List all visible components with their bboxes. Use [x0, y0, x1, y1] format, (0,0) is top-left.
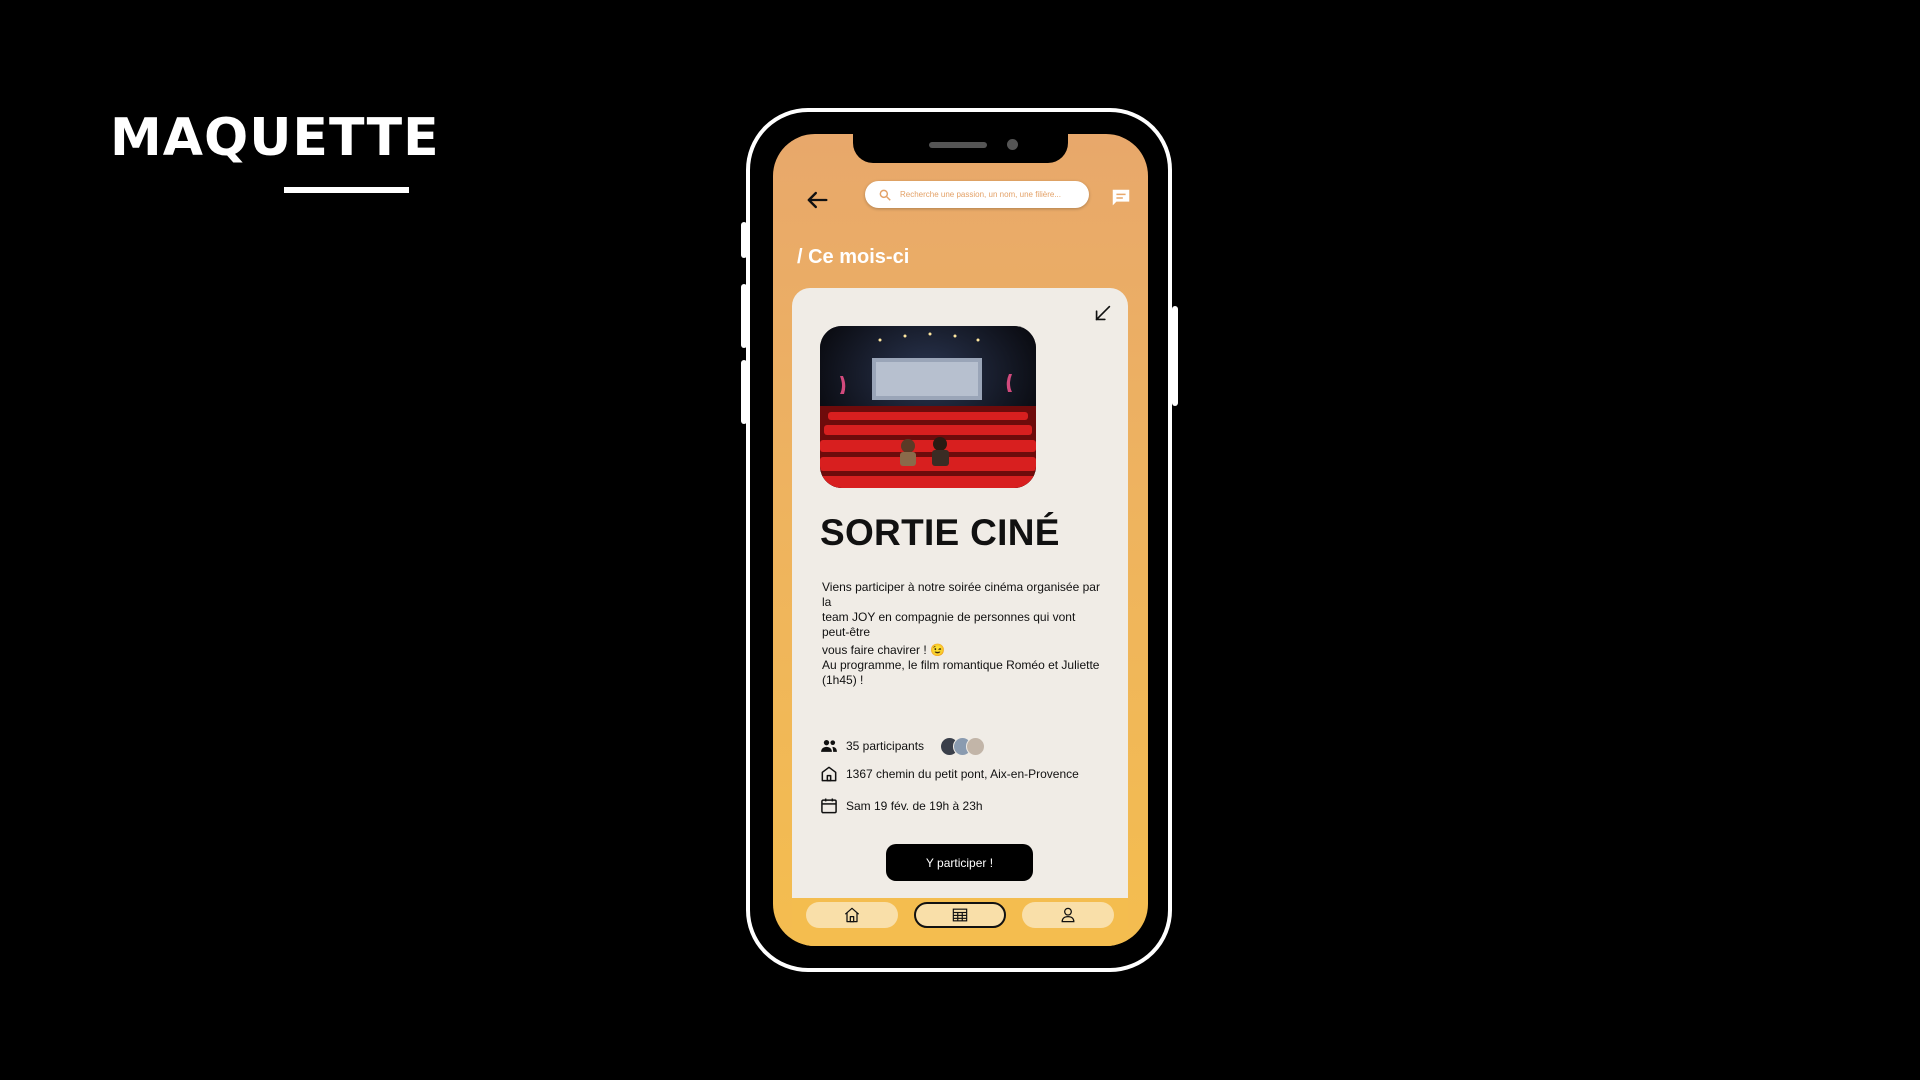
participate-button[interactable]: Y participer !	[886, 844, 1033, 881]
description-line: Viens participer à notre soirée cinéma o…	[822, 580, 1100, 609]
calendar-icon	[821, 798, 837, 814]
camera	[1007, 139, 1018, 150]
participants-count: 35 participants	[846, 739, 925, 753]
bottom-nav	[792, 898, 1128, 946]
search-icon	[879, 189, 891, 201]
description-line: Au programme, le film romantique Roméo e…	[822, 658, 1100, 687]
phone-side-button	[741, 222, 747, 258]
arrow-left-icon	[807, 191, 828, 209]
participants-row[interactable]: 35 participants	[819, 736, 986, 756]
phone-screen: / Ce mois-ci	[773, 134, 1148, 946]
home-icon	[844, 907, 860, 923]
cinema-image	[820, 326, 1036, 488]
nav-profile[interactable]	[1022, 902, 1114, 928]
nav-calendar[interactable]	[914, 902, 1006, 928]
people-icon	[821, 740, 837, 752]
phone-side-button	[1172, 306, 1178, 406]
back-button[interactable]	[803, 186, 831, 214]
chat-icon	[1112, 189, 1130, 206]
event-image	[820, 326, 1036, 488]
event-title: SORTIE CINÉ	[820, 512, 1060, 553]
avatar	[966, 736, 986, 756]
address-row: 1367 chemin du petit pont, Aix-en-Proven…	[819, 764, 1079, 784]
calendar-grid-icon	[952, 908, 968, 922]
phone-side-button	[741, 284, 747, 348]
phone-side-button	[741, 360, 747, 424]
search-bar[interactable]	[865, 181, 1089, 208]
description-line: team JOY en compagnie de personnes qui v…	[822, 610, 1076, 639]
slide-title: MAQUETTE	[110, 108, 440, 168]
title-underline	[284, 187, 409, 193]
event-date: Sam 19 fév. de 19h à 23h	[846, 799, 983, 813]
home-icon	[821, 766, 837, 782]
search-input[interactable]	[898, 189, 1082, 200]
section-title: / Ce mois-ci	[797, 246, 910, 268]
description-line: vous faire chavirer ! 😉	[822, 643, 945, 657]
nav-home[interactable]	[806, 902, 898, 928]
event-address: 1367 chemin du petit pont, Aix-en-Proven…	[846, 767, 1079, 781]
arrow-down-left-icon	[1095, 305, 1111, 321]
participant-avatars	[940, 736, 986, 756]
chat-button[interactable]	[1110, 187, 1132, 209]
profile-icon	[1061, 907, 1075, 923]
date-row: Sam 19 fév. de 19h à 23h	[819, 796, 983, 816]
event-card: SORTIE CINÉ Viens participer à notre soi…	[792, 288, 1128, 898]
speaker	[929, 142, 987, 148]
notch	[853, 134, 1068, 163]
collapse-button[interactable]	[1092, 302, 1114, 324]
event-description: Viens participer à notre soirée cinéma o…	[822, 580, 1104, 688]
